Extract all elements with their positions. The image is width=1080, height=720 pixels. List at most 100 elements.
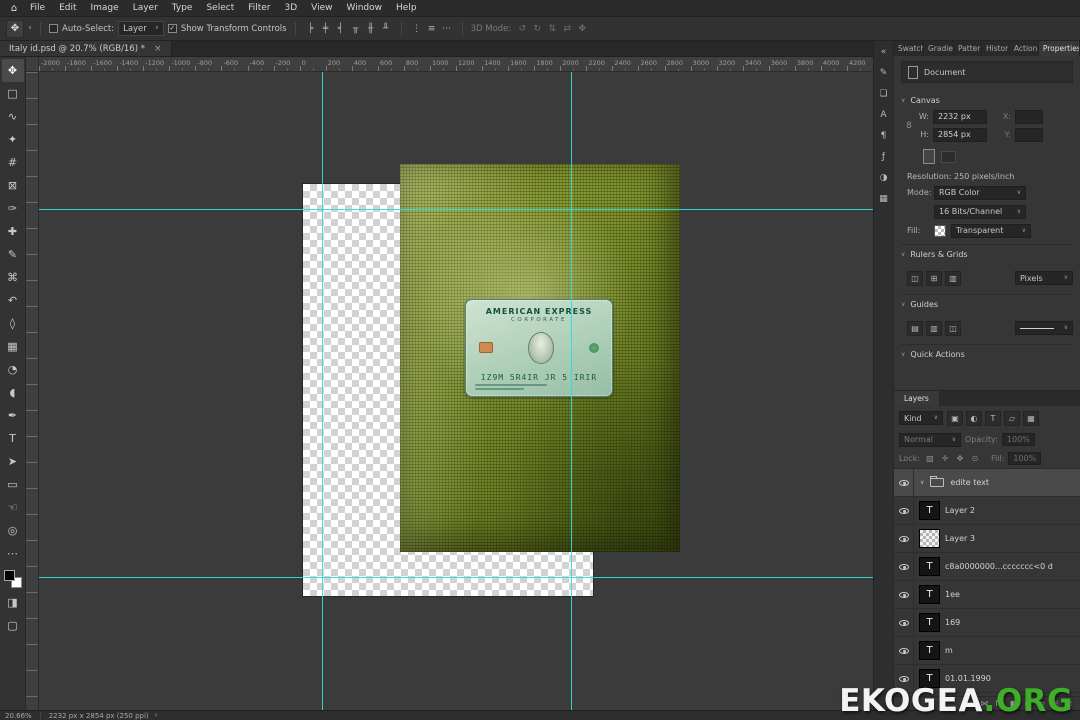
ruler-corner[interactable] [26,57,39,72]
text-layer-thumbnail[interactable]: T [919,641,940,660]
layer-row[interactable]: Layer 3 [894,525,1080,553]
3d-rotate-icon[interactable]: ↺ [515,24,529,34]
panel-tab-action[interactable]: Action [1010,41,1039,56]
status-expand-icon[interactable]: › [155,712,158,719]
shape-tool[interactable]: ▭ [2,473,24,496]
layer-visibility-toggle[interactable] [894,637,914,664]
menu-item-select[interactable]: Select [199,2,241,14]
amex-card-image[interactable]: AMERICAN EXPRESS CORPORATE IZ9M 5R4IR JR… [465,299,613,397]
align-bottom-icon[interactable]: ╨ [379,24,393,34]
clone-source-icon[interactable]: ❏ [876,86,892,101]
glyphs-panel-icon[interactable]: ƒ [876,149,892,164]
lock-pixels-icon[interactable]: ✛ [939,454,951,463]
show-transform-checkbox[interactable]: ✓ [167,24,177,33]
eraser-tool[interactable]: ◊ [2,312,24,335]
libraries-panel-icon[interactable]: ▦ [876,191,892,206]
zoom-level[interactable]: 20.66% [5,712,32,720]
adjustments-panel-icon[interactable]: ◑ [876,170,892,185]
layer-visibility-toggle[interactable] [894,581,914,608]
dodge-tool[interactable]: ◖ [2,381,24,404]
zoom-tool[interactable]: ◎ [2,519,24,542]
brush-tool[interactable]: ✎ [2,243,24,266]
vertical-ruler[interactable] [26,72,39,710]
landscape-orientation-button[interactable] [941,150,956,163]
marquee-tool[interactable]: □ [2,82,24,105]
layer-row[interactable]: T 1ee [894,581,1080,609]
auto-select-checkbox[interactable] [49,24,59,33]
toggle-rulers-icon[interactable]: ◫ [907,270,923,286]
layers-panel-tab[interactable]: Layers [894,391,939,406]
layer-visibility-toggle[interactable] [894,525,914,552]
canvas-viewport[interactable]: AMERICAN EXPRESS CORPORATE IZ9M 5R4IR JR… [39,72,873,710]
quick-mask-button[interactable]: ◨ [2,591,24,614]
menu-item-3d[interactable]: 3D [278,2,305,14]
paragraph-panel-icon[interactable]: ¶ [876,128,892,143]
toggle-guides-icon[interactable]: ▥ [926,320,942,336]
move-tool[interactable]: ✥ [1,59,24,82]
horizontal-guide[interactable] [39,209,873,210]
horizontal-ruler[interactable]: -2000 -1800 -1600 -1400 -1200 -1000 -800 -600 -4… [39,57,873,72]
align-middle-vertical-icon[interactable]: ╫ [364,24,378,34]
units-dropdown[interactable]: Pixels ∨ [1015,271,1073,285]
menu-item-edit[interactable]: Edit [52,2,83,14]
hand-tool[interactable]: ☜ [2,496,24,519]
quick-actions-section-header[interactable]: ∨ Quick Actions [901,344,1073,363]
guide-style-dropdown[interactable]: ∨ [1015,321,1073,335]
text-layer-thumbnail[interactable]: T [919,585,940,604]
bit-depth-dropdown[interactable]: 16 Bits/Channel ∨ [934,204,1026,219]
new-guide-layout-icon[interactable]: ▤ [907,320,923,336]
more-align-options-icon[interactable]: ⋯ [440,24,454,34]
vertical-guide[interactable] [571,72,572,710]
width-field[interactable]: 2232 px [933,109,987,124]
align-center-horizontal-icon[interactable]: ╪ [319,24,333,34]
color-mode-dropdown[interactable]: RGB Color ∨ [934,185,1026,200]
menu-item-image[interactable]: Image [84,2,126,14]
y-field[interactable] [1015,127,1043,142]
opacity-field[interactable]: 100% [1001,433,1035,446]
menu-item-file[interactable]: File [23,2,52,14]
edit-toolbar-icon[interactable]: ⋯ [2,542,24,565]
guides-section-header[interactable]: ∨ Guides [901,294,1073,313]
x-field[interactable] [1015,109,1043,124]
link-dimensions-icon[interactable]: 8 [905,121,913,131]
filter-adjustment-layers-icon[interactable]: ◐ [966,410,982,426]
layer-row[interactable]: T Layer 2 [894,497,1080,525]
panel-tab-gradie[interactable]: Gradie [924,41,954,56]
filter-pixel-layers-icon[interactable]: ▣ [947,410,963,426]
panel-tab-histor[interactable]: Histor [982,41,1010,56]
menu-item-view[interactable]: View [304,2,339,14]
3d-roll-icon[interactable]: ↻ [530,24,544,34]
menu-item-window[interactable]: Window [340,2,390,14]
color-swatches[interactable] [3,570,22,588]
layer-row[interactable]: Tc8a0000000...ccccccc<0 d [894,553,1080,581]
properties-target[interactable]: Document [901,61,1073,83]
distribute-vertical-icon[interactable]: ≡ [425,24,439,34]
pen-tool[interactable]: ✒ [2,404,24,427]
eyedropper-tool[interactable]: ✑ [2,197,24,220]
fill-dropdown[interactable]: Transparent ∨ [951,223,1031,238]
tool-preset-caret-icon[interactable]: ∨ [28,25,32,32]
panel-tab-patter[interactable]: Patter [954,41,982,56]
filter-smart-objects-icon[interactable]: ▦ [1023,410,1039,426]
layer-visibility-toggle[interactable] [894,553,914,580]
3d-slide-icon[interactable]: ⇄ [560,24,574,34]
align-right-icon[interactable]: ╡ [334,24,348,34]
clone-stamp-tool[interactable]: ⌘ [2,266,24,289]
3d-drag-icon[interactable]: ⇅ [545,24,559,34]
align-left-icon[interactable]: ╞ [304,24,318,34]
group-expand-icon[interactable]: ∨ [920,479,924,486]
text-layer-thumbnail[interactable]: T [919,613,940,632]
healing-brush-tool[interactable]: ✚ [2,220,24,243]
type-tool[interactable]: T [2,427,24,450]
distribute-horizontal-icon[interactable]: ⋮ [410,24,424,34]
panel-tab-properties[interactable]: Properties [1038,41,1080,56]
image-layer-thumbnail[interactable] [919,529,940,548]
horizontal-guide[interactable] [39,577,873,578]
text-layer-thumbnail[interactable]: T [919,557,940,576]
layer-visibility-toggle[interactable] [894,609,914,636]
menu-item-help[interactable]: Help [389,2,424,14]
menu-item-type[interactable]: Type [165,2,200,14]
layer-visibility-toggle[interactable] [894,469,914,496]
lasso-tool[interactable]: ∿ [2,105,24,128]
filter-type-layers-icon[interactable]: T [985,410,1001,426]
